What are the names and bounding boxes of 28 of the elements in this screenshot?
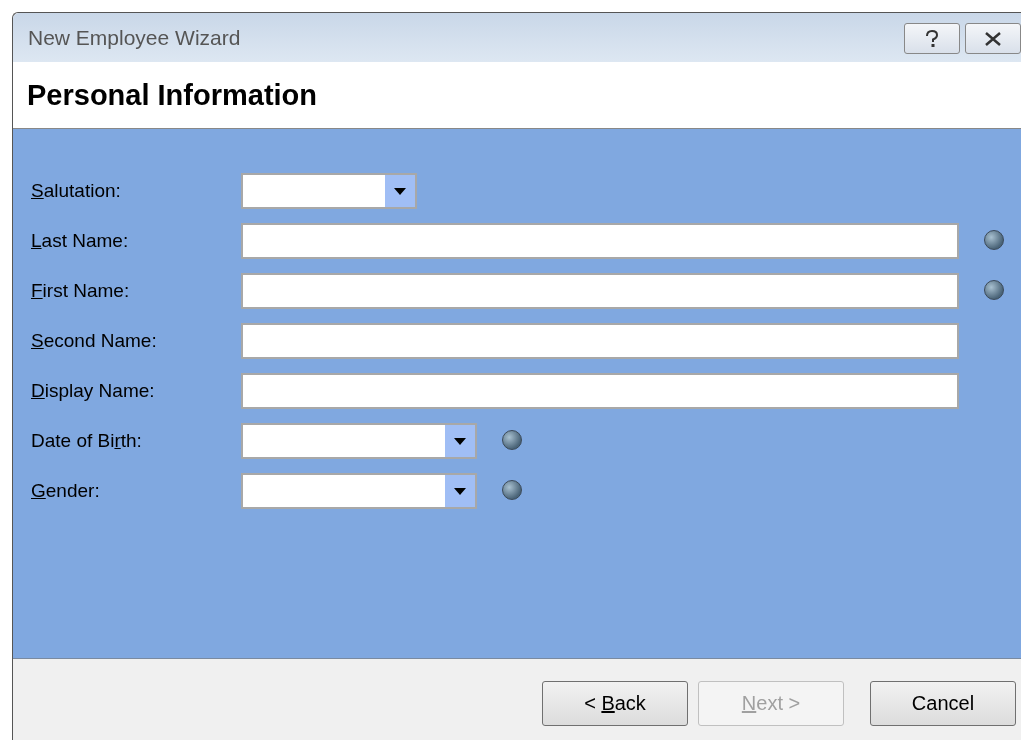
text-field[interactable] [241, 223, 959, 259]
close-button[interactable] [965, 23, 1021, 54]
close-icon [984, 31, 1002, 46]
field-label: Second Name: [30, 329, 158, 353]
field-label: Display Name: [30, 379, 156, 403]
page-title: Personal Information [27, 78, 318, 112]
field-label: Salutation: [30, 179, 122, 203]
field-label: Gender: [30, 479, 101, 503]
wizard-button[interactable]: < Back [542, 681, 688, 726]
dropdown-field[interactable] [241, 423, 477, 459]
dropdown-button[interactable] [445, 475, 475, 507]
dropdown-field[interactable] [241, 173, 417, 209]
dropdown-field[interactable] [241, 473, 477, 509]
help-icon [925, 29, 939, 48]
field-label: First Name: [30, 279, 131, 303]
field-label: Date of Birth: [30, 429, 143, 453]
text-field[interactable] [241, 373, 959, 409]
caret-icon [454, 487, 466, 495]
caret-icon [454, 437, 466, 445]
dropdown-button[interactable] [385, 175, 415, 207]
window-title: New Employee Wizard [28, 25, 241, 50]
text-field[interactable] [241, 273, 959, 309]
caret-icon [394, 187, 406, 195]
dropdown-button[interactable] [445, 425, 475, 457]
help-button[interactable] [904, 23, 960, 54]
wizard-button[interactable]: Cancel [870, 681, 1016, 726]
field-label: Last Name: [30, 229, 130, 253]
text-field[interactable] [241, 323, 959, 359]
